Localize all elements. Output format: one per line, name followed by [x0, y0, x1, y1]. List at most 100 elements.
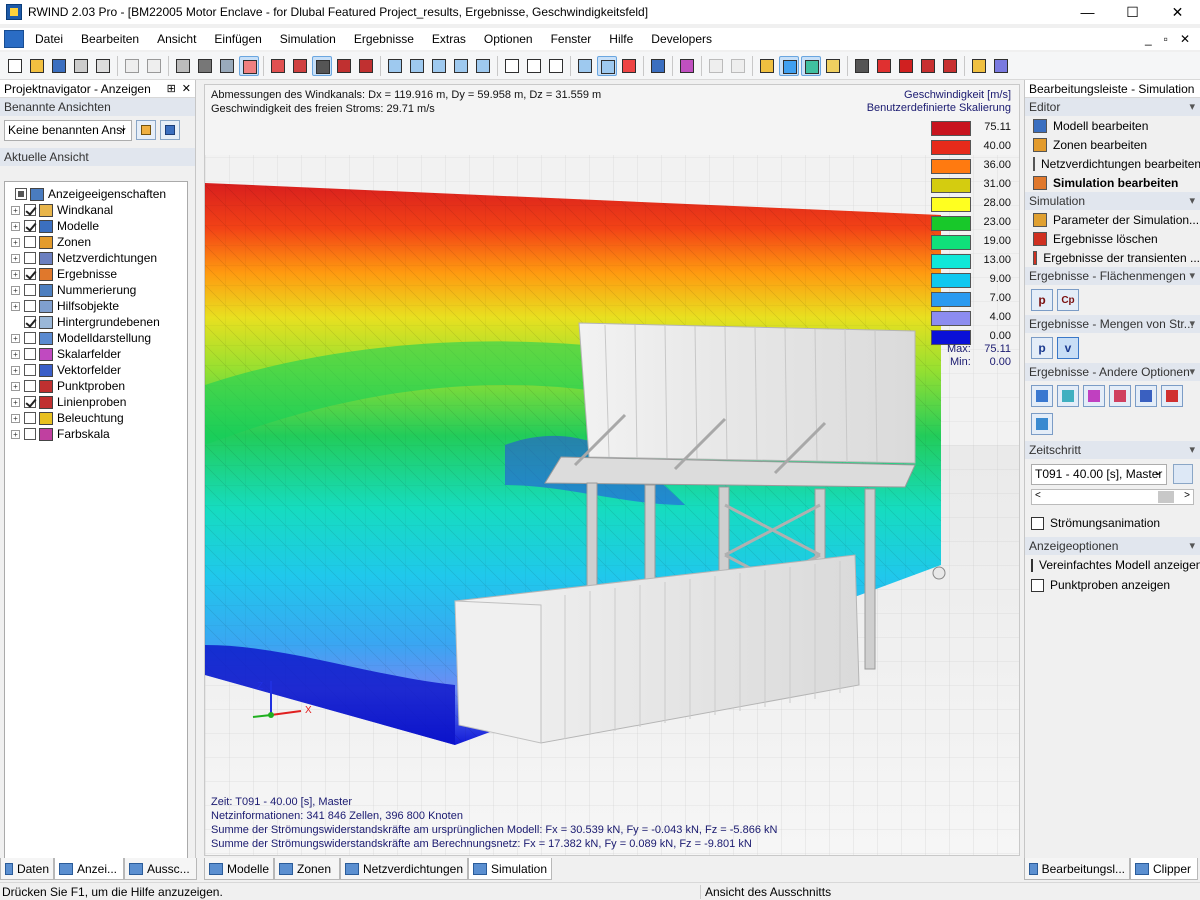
snap-grid-icon[interactable]: [239, 55, 259, 76]
arrows-icon[interactable]: [706, 56, 726, 76]
pencil-icon[interactable]: [918, 56, 938, 76]
tab-zones[interactable]: Zonen: [274, 858, 340, 880]
tree-expander[interactable]: +: [11, 253, 20, 263]
select-icon[interactable]: [173, 56, 193, 76]
tree-expander[interactable]: +: [11, 381, 20, 391]
tree-expander[interactable]: +: [11, 205, 20, 215]
tree-checkbox[interactable]: [24, 268, 36, 280]
tab-models[interactable]: Modelle: [204, 858, 274, 880]
tree-checkbox[interactable]: [24, 412, 36, 424]
arrange-icon[interactable]: [619, 56, 639, 76]
tree-expander[interactable]: +: [11, 365, 20, 375]
named-view-save-icon[interactable]: [160, 120, 180, 140]
velocity-button[interactable]: v: [1057, 337, 1079, 359]
chart-window-icon[interactable]: [1109, 385, 1131, 407]
report-icon[interactable]: [1031, 413, 1053, 435]
redo-icon[interactable]: [144, 56, 164, 76]
tab-edit-bar[interactable]: Bearbeitungsl...: [1024, 858, 1130, 880]
table-window-icon[interactable]: [1135, 385, 1157, 407]
undo-icon[interactable]: [122, 56, 142, 76]
3d-viewport[interactable]: Abmessungen des Windkanals: Dx = 119.916…: [204, 84, 1020, 856]
maximize-button[interactable]: ☐: [1110, 0, 1155, 24]
edit-mesh-item[interactable]: Netzverdichtungen bearbeiten: [1025, 154, 1200, 173]
pin-icon[interactable]: ⊞: [167, 82, 176, 95]
document-icon[interactable]: [4, 30, 24, 48]
bar-chart-active-icon[interactable]: [779, 55, 799, 76]
rotate-view-icon[interactable]: [502, 56, 522, 76]
bar-chart-icon[interactable]: [757, 56, 777, 76]
view-top-icon[interactable]: [429, 56, 449, 76]
tree-item-wind-tunnel[interactable]: + Windkanal: [11, 202, 187, 218]
simplified-model-checkbox[interactable]: [1031, 558, 1033, 572]
tree-checkbox[interactable]: [24, 284, 36, 296]
tree-checkbox[interactable]: [24, 300, 36, 312]
box-select-icon[interactable]: [268, 56, 288, 76]
print-preview-icon[interactable]: [93, 56, 113, 76]
mdi-restore-button[interactable]: ▫: [1164, 32, 1168, 46]
save-icon[interactable]: [49, 56, 69, 76]
timestep-scrollbar[interactable]: < >: [1031, 489, 1194, 505]
tree-checkbox[interactable]: [24, 252, 36, 264]
menu-optionen[interactable]: Optionen: [475, 28, 542, 50]
tree-checkbox[interactable]: [24, 220, 36, 232]
tree-checkbox[interactable]: [24, 364, 36, 376]
tree-item-mesh-refinement[interactable]: + Netzverdichtungen: [11, 250, 187, 266]
tree-item-results[interactable]: + Ergebnisse: [11, 266, 187, 282]
tree-checkbox[interactable]: [24, 316, 36, 328]
tree-item-line-probes[interactable]: + Linienproben: [11, 394, 187, 410]
mdi-close-button[interactable]: ✕: [1180, 32, 1190, 46]
rotate-left-icon[interactable]: [524, 56, 544, 76]
hatch-icon[interactable]: [677, 56, 697, 76]
tree-checkbox[interactable]: [24, 236, 36, 248]
tree-expander[interactable]: +: [11, 237, 20, 247]
menu-bearbeiten[interactable]: Bearbeiten: [72, 28, 148, 50]
tree-item-background-layers[interactable]: Hintergrundebenen: [11, 314, 187, 330]
tree-checkbox[interactable]: [15, 188, 27, 200]
tree-expander[interactable]: +: [11, 269, 20, 279]
point-probes-option[interactable]: Punktproben anzeigen: [1025, 575, 1200, 595]
eraser-icon[interactable]: [874, 56, 894, 76]
named-views-select[interactable]: Keine benannten Ansi: [4, 119, 132, 141]
flag-icon[interactable]: [940, 56, 960, 76]
tab-cutout[interactable]: Aussc...: [124, 858, 197, 880]
menu-hilfe[interactable]: Hilfe: [600, 28, 642, 50]
tree-item-lighting[interactable]: + Beleuchtung: [11, 410, 187, 426]
simulation-parameters-item[interactable]: Parameter der Simulation...: [1025, 210, 1200, 229]
tree-item-models[interactable]: + Modelle: [11, 218, 187, 234]
tree-item-scalar-fields[interactable]: + Skalarfelder: [11, 346, 187, 362]
edit-zones-item[interactable]: Zonen bearbeiten: [1025, 135, 1200, 154]
tree-expander[interactable]: +: [11, 349, 20, 359]
tab-data[interactable]: Daten: [0, 858, 54, 880]
new-file-icon[interactable]: [5, 56, 25, 76]
scroll-thumb[interactable]: [1158, 491, 1174, 503]
surface-quantities-header[interactable]: Ergebnisse - Flächenmengen: [1025, 267, 1200, 285]
mesh-view-icon[interactable]: [195, 56, 215, 76]
red-square-icon[interactable]: [896, 56, 916, 76]
tab-display[interactable]: Anzei...: [54, 858, 124, 880]
cp-button[interactable]: Cp: [1057, 289, 1079, 311]
menu-ansicht[interactable]: Ansicht: [148, 28, 205, 50]
edit-model-item[interactable]: Modell bearbeiten: [1025, 116, 1200, 135]
move-icon[interactable]: [312, 55, 332, 76]
named-view-load-icon[interactable]: [136, 120, 156, 140]
tree-item-vector-fields[interactable]: + Vektorfelder: [11, 362, 187, 378]
tree-item-zones[interactable]: + Zonen: [11, 234, 187, 250]
close-button[interactable]: ✕: [1155, 0, 1200, 24]
tree-expander[interactable]: +: [11, 397, 20, 407]
timestep-select[interactable]: T091 - 40.00 [s], Master: [1031, 463, 1167, 485]
move-red-icon[interactable]: [334, 56, 354, 76]
flow-quantities-header[interactable]: Ergebnisse - Mengen von Str...: [1025, 315, 1200, 333]
tree-expander[interactable]: +: [11, 429, 20, 439]
tree-expander[interactable]: +: [11, 413, 20, 423]
display-options-header[interactable]: Anzeigeoptionen: [1025, 537, 1200, 555]
menu-ergebnisse[interactable]: Ergebnisse: [345, 28, 423, 50]
scroll-right-arrow[interactable]: >: [1184, 490, 1190, 501]
table-icon[interactable]: [823, 56, 843, 76]
tree-expander[interactable]: +: [11, 285, 20, 295]
tree-item-color-scale[interactable]: + Farbskala: [11, 426, 187, 442]
menu-einfuegen[interactable]: Einfügen: [205, 28, 270, 50]
timestep-header[interactable]: Zeitschritt: [1025, 441, 1200, 459]
simplified-model-option[interactable]: Vereinfachtes Modell anzeigen: [1025, 555, 1200, 575]
menu-extras[interactable]: Extras: [423, 28, 475, 50]
tree-checkbox[interactable]: [24, 428, 36, 440]
